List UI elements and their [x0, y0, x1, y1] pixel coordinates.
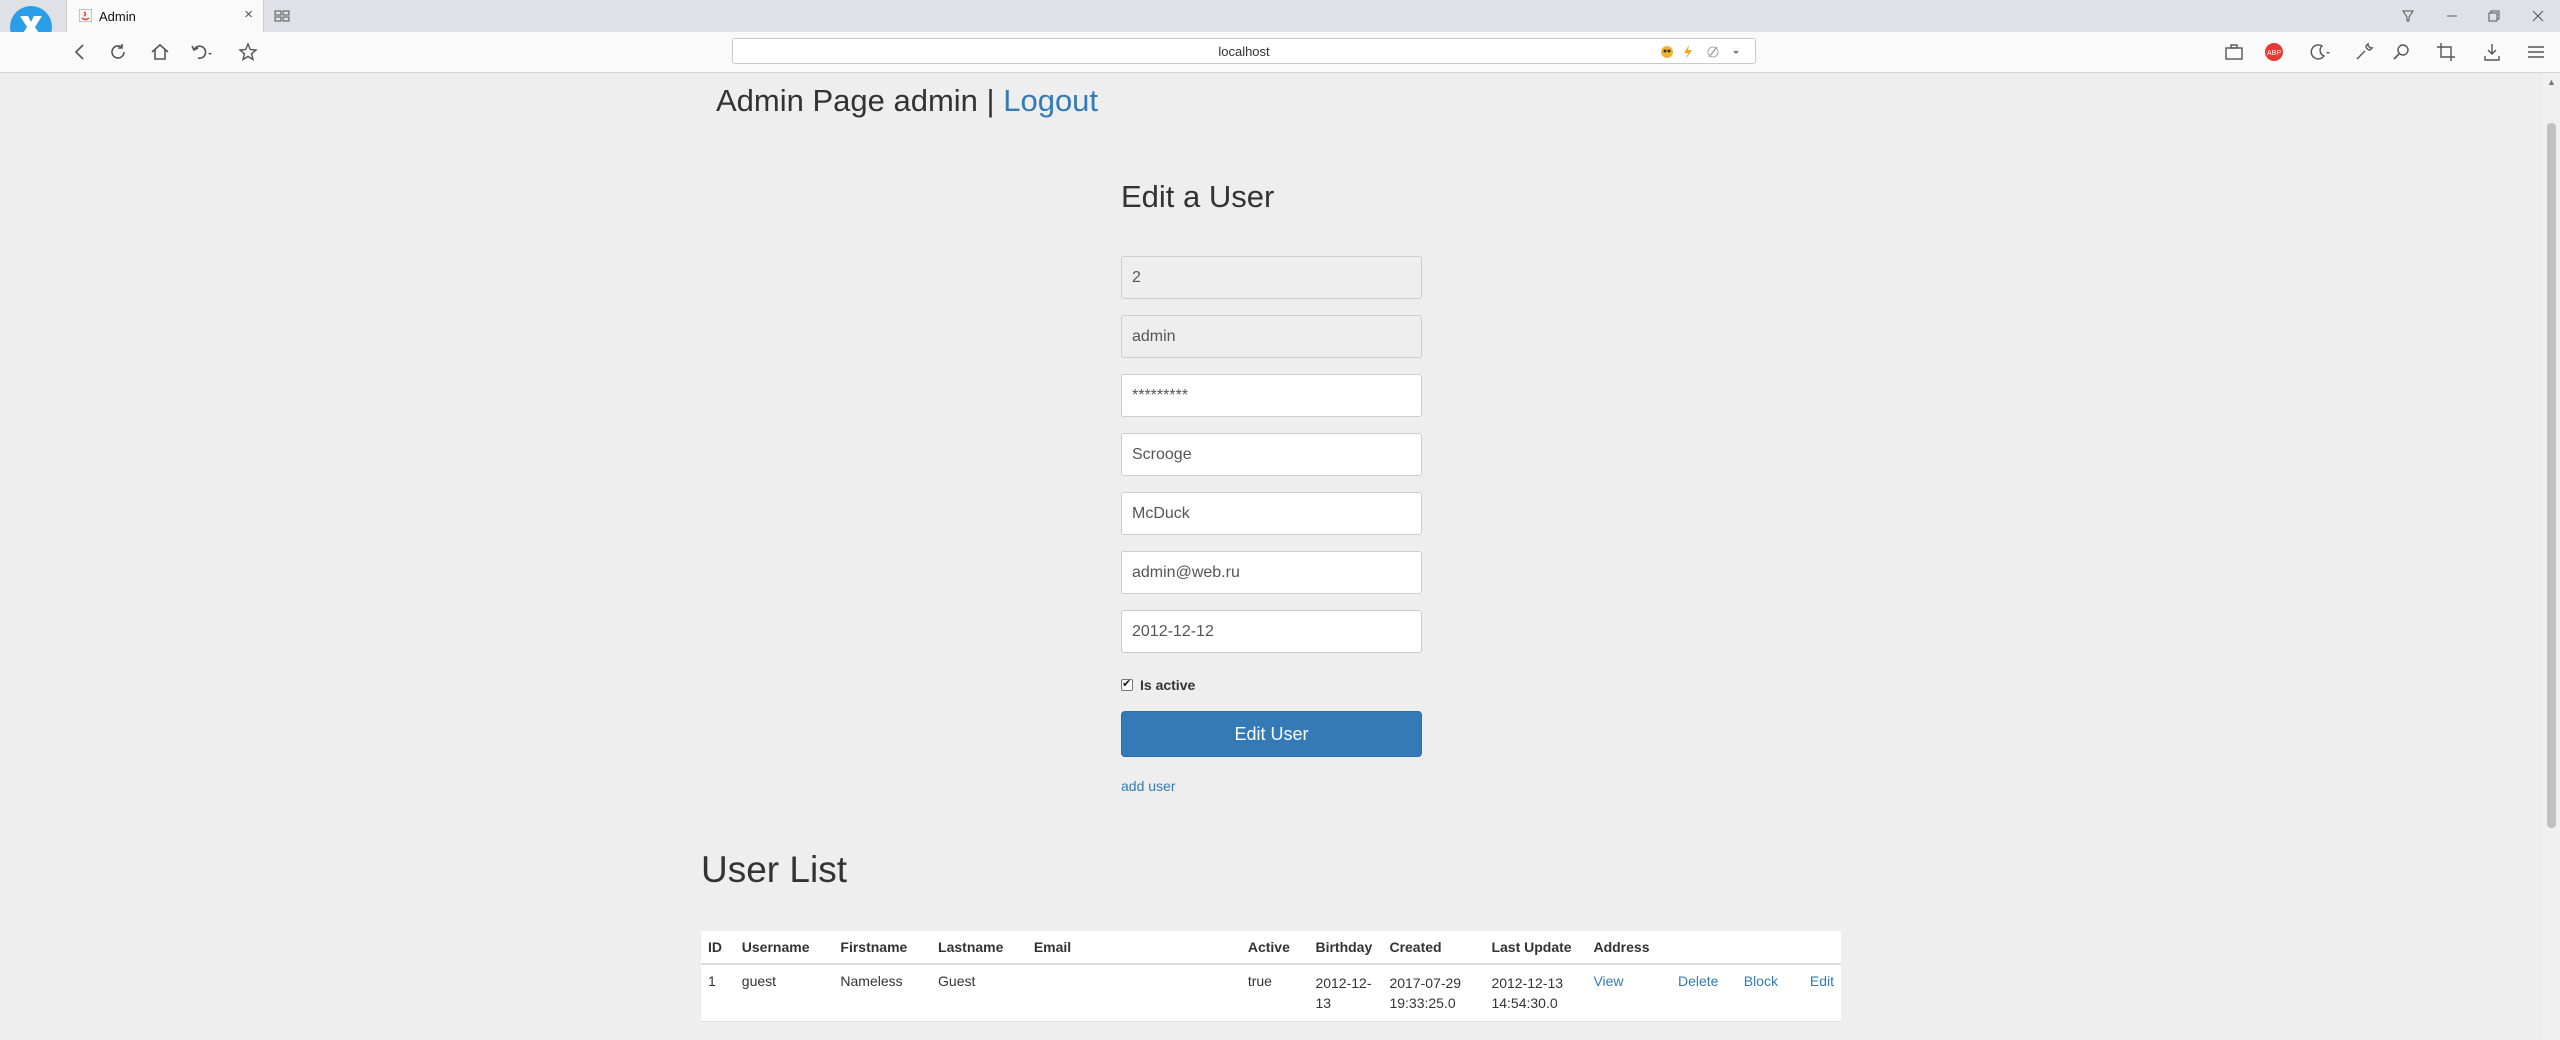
column-header-actions-edit: [1794, 931, 1841, 965]
birthday-field[interactable]: [1121, 610, 1422, 653]
cell-last-update: 2012-12-13 14:54:30.0: [1484, 964, 1587, 1022]
column-header-username: Username: [734, 931, 834, 965]
add-user-link[interactable]: add user: [1121, 778, 1175, 794]
adblock-icon[interactable]: ABP: [2262, 40, 2286, 64]
java-favicon-icon: [79, 9, 92, 22]
lastname-field[interactable]: [1121, 492, 1422, 535]
column-header-actions-block: [1736, 931, 1795, 965]
user-table: ID Username Firstname Lastname Email Act…: [701, 931, 1841, 1022]
screenshot-crop-icon[interactable]: [2434, 40, 2458, 64]
cell-edit: Edit: [1794, 964, 1841, 1022]
column-header-created: Created: [1382, 931, 1485, 965]
download-icon[interactable]: [2480, 40, 2504, 64]
block-link[interactable]: Block: [1744, 973, 1778, 989]
restore-icon[interactable]: [2484, 6, 2504, 26]
browser-toolbar: localhost ABP: [0, 32, 2560, 73]
night-mode-icon[interactable]: [2306, 40, 2330, 64]
scroll-up-arrow-icon[interactable]: ▲: [2547, 77, 2556, 87]
password-field[interactable]: [1121, 374, 1422, 417]
column-header-email: Email: [1026, 931, 1241, 965]
is-active-checkbox[interactable]: [1121, 677, 1133, 691]
email-field[interactable]: [1121, 551, 1422, 594]
pin-icon[interactable]: [2398, 6, 2418, 26]
cell-active: true: [1240, 964, 1309, 1022]
cell-address: View: [1586, 964, 1671, 1022]
is-active-label: Is active: [1140, 677, 1196, 693]
column-header-birthday: Birthday: [1308, 931, 1383, 965]
logout-link[interactable]: Logout: [1003, 83, 1098, 118]
id-field[interactable]: [1121, 256, 1422, 299]
tab-overview-icon[interactable]: [274, 8, 290, 24]
active-tab[interactable]: Admin ×: [66, 0, 264, 32]
username-field[interactable]: [1121, 315, 1422, 358]
cell-birthday: 2012-12-13: [1308, 964, 1383, 1022]
back-icon[interactable]: [68, 40, 92, 64]
delete-link[interactable]: Delete: [1678, 973, 1718, 989]
home-icon[interactable]: [148, 40, 172, 64]
column-header-address: Address: [1586, 931, 1671, 965]
user-list-title: User List: [701, 849, 847, 890]
edit-link[interactable]: Edit: [1810, 973, 1834, 989]
tab-title: Admin: [99, 9, 136, 24]
cell-created: 2017-07-29 19:33:25.0: [1382, 964, 1485, 1022]
table-header-row: ID Username Firstname Lastname Email Act…: [701, 931, 1841, 965]
browser-tab-bar: Admin ×: [0, 0, 2560, 60]
address-text[interactable]: localhost: [733, 44, 1755, 59]
column-header-last-update: Last Update: [1484, 931, 1587, 965]
tab-close-icon[interactable]: ×: [244, 6, 253, 23]
tools-icon[interactable]: [2352, 40, 2376, 64]
table-row: 1 guest Nameless Guest true 2012-12-13 2…: [701, 964, 1841, 1022]
cell-block: Block: [1736, 964, 1795, 1022]
view-link[interactable]: View: [1593, 973, 1623, 989]
menu-icon[interactable]: [2524, 40, 2548, 64]
scrollbar-thumb[interactable]: [2547, 123, 2556, 828]
admin-header: Admin Page admin | Logout: [716, 83, 1098, 119]
page-content: Admin Page admin | Logout Edit a User Is…: [0, 73, 2543, 1040]
column-header-active: Active: [1240, 931, 1309, 965]
column-header-firstname: Firstname: [833, 931, 932, 965]
cell-firstname: Nameless: [833, 964, 932, 1022]
address-bar[interactable]: localhost: [732, 38, 1756, 64]
minimize-icon[interactable]: [2442, 6, 2462, 26]
reload-icon[interactable]: [106, 40, 130, 64]
edit-user-title: Edit a User: [1121, 179, 1275, 214]
column-header-id: ID: [701, 931, 735, 965]
briefcase-icon[interactable]: [2222, 40, 2246, 64]
bookmark-star-icon[interactable]: [236, 40, 260, 64]
cell-delete: Delete: [1670, 964, 1737, 1022]
search-icon[interactable]: [2390, 40, 2414, 64]
cell-id: 1: [701, 964, 735, 1022]
cell-username: guest: [734, 964, 834, 1022]
column-header-actions-delete: [1670, 931, 1737, 965]
cell-email: [1026, 964, 1241, 1022]
edit-user-button[interactable]: Edit User: [1121, 711, 1422, 757]
close-window-icon[interactable]: [2528, 6, 2548, 26]
svg-text:ABP: ABP: [2267, 50, 2281, 57]
cell-lastname: Guest: [931, 964, 1027, 1022]
page-scrollbar[interactable]: ▲: [2543, 73, 2560, 1040]
admin-header-text: Admin Page admin |: [716, 83, 995, 118]
column-header-lastname: Lastname: [931, 931, 1027, 965]
undo-close-tab-icon[interactable]: [188, 40, 212, 64]
address-bar-extension-icons[interactable]: [1659, 42, 1749, 62]
firstname-field[interactable]: [1121, 433, 1422, 476]
